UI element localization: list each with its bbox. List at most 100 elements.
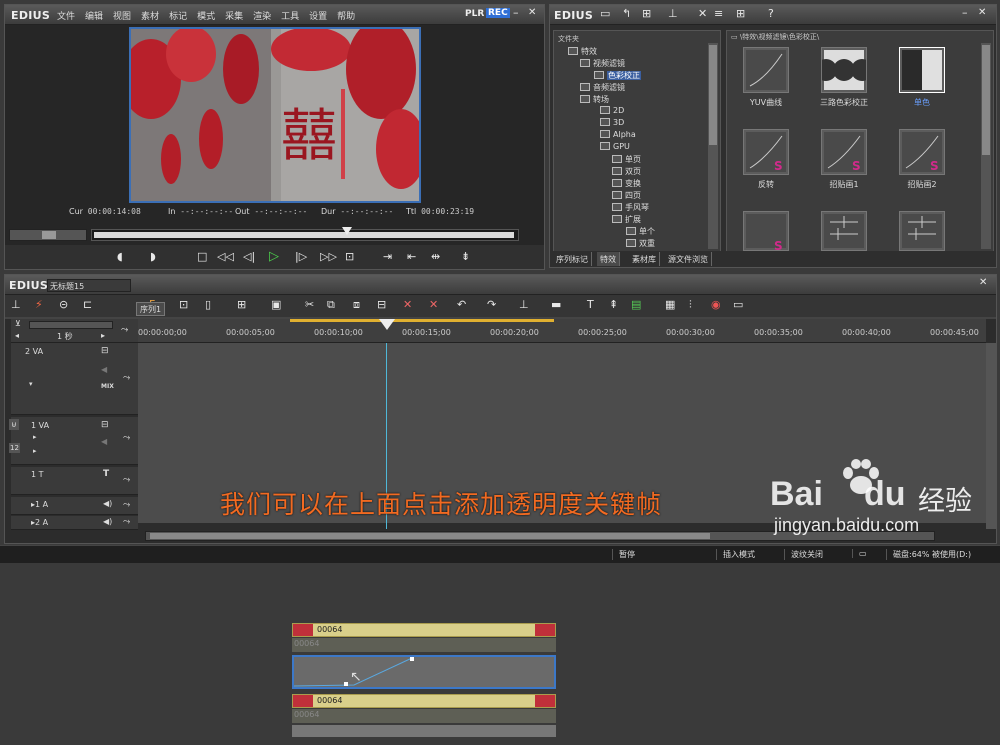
- track-toggle-icon[interactable]: ⤳: [123, 517, 130, 527]
- track-toggle-icon[interactable]: ⤳: [123, 373, 130, 383]
- new-file-icon[interactable]: ▯: [205, 298, 211, 311]
- tree-item-3d[interactable]: 3D: [600, 118, 624, 127]
- help-icon[interactable]: ?: [768, 7, 774, 20]
- folder-icon[interactable]: ▭: [600, 7, 610, 20]
- snap-icon[interactable]: ⊏: [83, 298, 92, 311]
- replace-icon[interactable]: ⊟: [377, 298, 386, 311]
- tree-item-single-page[interactable]: 单页: [612, 154, 641, 165]
- keyframe-point[interactable]: [410, 657, 414, 661]
- shuttle-handle[interactable]: [42, 231, 56, 239]
- tree-scrollbar[interactable]: [708, 43, 718, 249]
- clip-1va-title[interactable]: 00064: [292, 694, 556, 708]
- menu-help[interactable]: 帮助: [337, 9, 355, 22]
- tree-item-extended[interactable]: 扩展: [612, 214, 641, 225]
- effect-apply-icon[interactable]: ⊥: [668, 7, 678, 20]
- tree-item-transform[interactable]: 变换: [612, 178, 641, 189]
- track-toggle-icon[interactable]: ⤳: [123, 433, 130, 443]
- opacity-rubberband[interactable]: [293, 657, 554, 687]
- tree-item-gpu[interactable]: GPU: [600, 142, 630, 151]
- timeline-close-icon[interactable]: ✕: [979, 277, 987, 288]
- tree-item-transitions[interactable]: 转场: [580, 94, 609, 105]
- effect-three-way-thumb[interactable]: [815, 47, 873, 93]
- link-icon[interactable]: ⊝: [59, 298, 68, 311]
- menu-marker[interactable]: 标记: [169, 9, 187, 22]
- tree-item-audio-filters[interactable]: 音频滤镜: [580, 82, 625, 93]
- redo-icon[interactable]: ↷: [487, 298, 496, 311]
- rewind-icon[interactable]: ◁◁: [217, 250, 234, 263]
- tree-item-video-filters[interactable]: 视频滤镜: [580, 58, 625, 69]
- menu-tools[interactable]: 工具: [281, 9, 299, 22]
- tree-item-alpha[interactable]: Alpha: [600, 130, 636, 139]
- timeline-hscroll-thumb[interactable]: [150, 533, 710, 539]
- rec-mode-button[interactable]: REC: [486, 8, 510, 18]
- step-back-icon[interactable]: ◁|: [243, 250, 255, 263]
- view-mode-icon[interactable]: ⊞: [736, 7, 745, 20]
- tab-sequence-markers[interactable]: 序列标记: [553, 252, 592, 266]
- effect-more-thumb-3[interactable]: [899, 211, 945, 251]
- delete-clip-icon[interactable]: ✕: [403, 298, 412, 311]
- scale-slider[interactable]: [29, 321, 113, 329]
- expand-icon[interactable]: ▸: [33, 433, 37, 441]
- tree-item-double[interactable]: 双重: [626, 238, 655, 249]
- menu-clip[interactable]: 素材: [141, 9, 159, 22]
- menu-file[interactable]: 文件: [57, 9, 75, 22]
- track-header-1a[interactable]: ▸1 A ◀) ⤳: [11, 497, 138, 515]
- effects-scroll-thumb[interactable]: [982, 45, 990, 155]
- minimize-icon[interactable]: –: [513, 6, 519, 19]
- stop-icon[interactable]: □: [197, 250, 207, 263]
- sync-lock-icon[interactable]: ⊥: [11, 298, 21, 311]
- scale-down-icon[interactable]: ◂: [15, 331, 19, 340]
- clip-2va-mix-area[interactable]: ↖: [292, 655, 556, 689]
- new-sequence-icon[interactable]: ⊡: [179, 298, 188, 311]
- playhead-marker[interactable]: [379, 319, 395, 330]
- audio-icon[interactable]: ⇞: [609, 298, 618, 311]
- audio-mute-icon[interactable]: ◀: [101, 365, 107, 374]
- position-bar[interactable]: [91, 227, 519, 241]
- add-cut-icon[interactable]: ⊥: [519, 298, 529, 311]
- keyframe-point[interactable]: [344, 682, 348, 686]
- audio-mute-icon[interactable]: ◀: [101, 437, 107, 446]
- menu-edit[interactable]: 编辑: [85, 9, 103, 22]
- video-mute-icon[interactable]: ⊟: [101, 346, 109, 356]
- layout-icon[interactable]: ▭: [733, 298, 743, 311]
- tree-item-four-page[interactable]: 四页: [612, 190, 641, 201]
- time-ruler[interactable]: 00:00:00;00 00:00:05;00 00:00:10;00 00:0…: [138, 319, 986, 343]
- ripple-delete-icon[interactable]: ✕: [429, 298, 438, 311]
- track-toggle-icon[interactable]: ⤳: [123, 475, 130, 485]
- scale-up-icon[interactable]: ▸: [101, 331, 105, 340]
- close-icon[interactable]: ✕: [528, 7, 536, 18]
- paste-icon[interactable]: ⧈: [353, 298, 360, 312]
- ripple-icon[interactable]: ⚡: [35, 298, 43, 311]
- effect-poster1-thumb[interactable]: S: [821, 129, 867, 175]
- properties-icon[interactable]: ≡: [714, 7, 723, 20]
- play-icon[interactable]: ▷: [269, 249, 279, 264]
- step-forward-icon[interactable]: |▷: [295, 250, 307, 263]
- tab-bin[interactable]: 素材库: [629, 252, 660, 266]
- tree-item-accordion[interactable]: 手风琴: [612, 202, 649, 213]
- effect-more-thumb-1[interactable]: S: [743, 211, 789, 253]
- tree-scroll-thumb[interactable]: [709, 45, 717, 145]
- track-header-2va[interactable]: 2 VA ⊟ ◀ ▾ MIX ⤳: [11, 343, 138, 415]
- record-icon[interactable]: ◉: [711, 298, 721, 311]
- status-ripple[interactable]: 波纹关闭: [784, 549, 823, 560]
- video-mute-icon[interactable]: ⊟: [101, 420, 109, 430]
- effect-monochrome-thumb[interactable]: [899, 47, 945, 93]
- trim-icon[interactable]: ⇹: [431, 250, 440, 263]
- overwrite-to-timeline-icon[interactable]: ⇤: [407, 250, 416, 263]
- effect-yuv-curve-thumb[interactable]: [743, 47, 789, 93]
- tree-item-effects[interactable]: 特效: [568, 46, 597, 57]
- track-header-2a[interactable]: ▸2 A ◀) ⤳: [11, 516, 138, 530]
- a-track-patch[interactable]: 12: [9, 443, 20, 453]
- clip-2va-audio[interactable]: 00064: [292, 638, 556, 652]
- cut-icon[interactable]: ✂: [305, 298, 314, 311]
- menu-render[interactable]: 渲染: [253, 9, 271, 22]
- loop-icon[interactable]: ⊡: [345, 250, 354, 263]
- menu-view[interactable]: 视图: [113, 9, 131, 22]
- v-track-patch[interactable]: ⊍: [9, 419, 19, 430]
- marker-icon[interactable]: ▬: [551, 298, 561, 311]
- project-name[interactable]: 无标题15: [47, 279, 131, 292]
- grid-icon[interactable]: ▦: [665, 298, 675, 311]
- expand-icon[interactable]: ▾: [29, 380, 33, 388]
- export-icon[interactable]: ▤: [631, 298, 641, 311]
- set-in-icon[interactable]: ◖: [117, 250, 123, 263]
